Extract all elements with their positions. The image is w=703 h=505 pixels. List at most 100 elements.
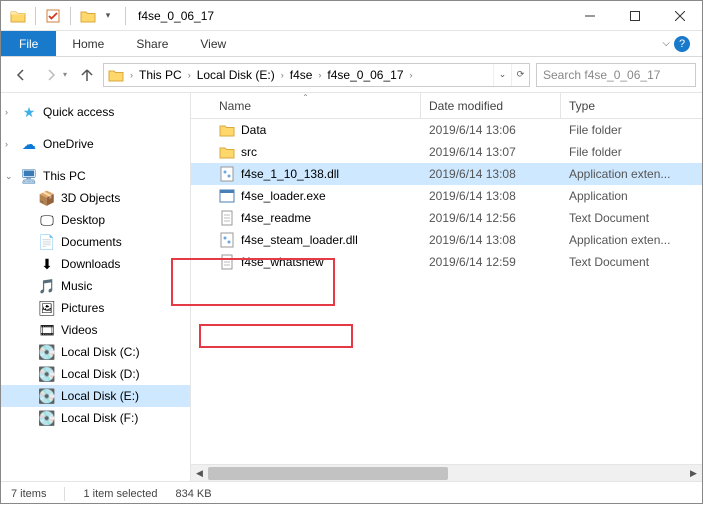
address-bar[interactable]: › This PC › Local Disk (E:) › f4se › f4s… — [103, 63, 530, 87]
column-type[interactable]: Type — [561, 93, 702, 118]
search-input[interactable]: Search f4se_0_06_17 — [536, 63, 696, 87]
qat-folder-icon[interactable] — [77, 5, 99, 27]
titlebar: ▾ f4se_0_06_17 — [1, 1, 702, 31]
file-row[interactable]: f4se_readme 2019/6/14 12:56Text Document — [191, 207, 702, 229]
nav-icon: 💽 — [39, 410, 55, 426]
status-size: 834 KB — [175, 488, 211, 500]
breadcrumb-item[interactable]: Local Disk (E:) — [193, 64, 279, 86]
chevron-down-icon[interactable]: ⌄ — [5, 171, 15, 182]
address-dropdown-icon[interactable]: ⌄ — [493, 64, 511, 86]
file-list[interactable]: Data2019/6/14 13:06File foldersrc2019/6/… — [191, 119, 702, 464]
file-date: 2019/6/14 13:08 — [421, 167, 561, 181]
nav-label: Local Disk (C:) — [61, 345, 140, 359]
window-title: f4se_0_06_17 — [138, 9, 214, 23]
horizontal-scrollbar[interactable]: ◀ ▶ — [191, 464, 702, 481]
tab-view[interactable]: View — [184, 31, 242, 56]
nav-onedrive[interactable]: ›☁OneDrive — [1, 133, 190, 155]
nav-icon: 🎵 — [39, 278, 55, 294]
file-name: f4se_readme — [241, 211, 311, 225]
nav-sub-item[interactable]: 📦 3D Objects — [1, 187, 190, 209]
file-icon — [219, 144, 235, 160]
nav-sub-item[interactable]: ⬇Downloads — [1, 253, 190, 275]
file-icon — [219, 166, 235, 182]
nav-sub-item[interactable]: 📄Documents — [1, 231, 190, 253]
nav-sub-item[interactable]: 🎞Videos — [1, 319, 190, 341]
nav-label: 3D Objects — [61, 191, 120, 205]
chevron-right-icon[interactable]: › — [408, 70, 415, 80]
chevron-right-icon[interactable]: › — [5, 139, 15, 149]
file-type: Application exten... — [561, 167, 702, 181]
close-button[interactable] — [657, 1, 702, 31]
back-button[interactable] — [7, 61, 35, 89]
nav-icon: 💽 — [39, 366, 55, 382]
forward-button[interactable] — [37, 61, 65, 89]
nav-label: Music — [61, 279, 92, 293]
file-name: f4se_steam_loader.dll — [241, 233, 358, 247]
column-date[interactable]: Date modified — [421, 93, 561, 118]
nav-sub-item[interactable]: 💽 Local Disk (C:) — [1, 341, 190, 363]
window-controls — [567, 1, 702, 31]
nav-label: Local Disk (D:) — [61, 367, 140, 381]
maximize-button[interactable] — [612, 1, 657, 31]
breadcrumb-item[interactable]: This PC — [135, 64, 186, 86]
column-name[interactable]: ⌃Name — [191, 93, 421, 118]
nav-sub-item[interactable]: 🖼Pictures — [1, 297, 190, 319]
breadcrumb-item[interactable]: f4se_0_06_17 — [323, 64, 407, 86]
file-row[interactable]: f4se_steam_loader.dll2019/6/14 13:08Appl… — [191, 229, 702, 251]
search-placeholder: Search f4se_0_06_17 — [543, 68, 660, 82]
file-type: File folder — [561, 123, 702, 137]
history-dropdown-icon[interactable]: ▾ — [63, 70, 67, 79]
file-type: Text Document — [561, 211, 702, 225]
main-area: ›★Quick access ›☁OneDrive ⌄🖥This PC 📦3D … — [1, 93, 702, 481]
chevron-right-icon[interactable]: › — [186, 70, 193, 80]
nav-label: Desktop — [61, 213, 105, 227]
file-date: 2019/6/14 12:59 — [421, 255, 561, 269]
file-name: src — [241, 145, 257, 159]
scroll-thumb[interactable] — [208, 467, 448, 480]
nav-label: Videos — [61, 323, 97, 337]
refresh-icon[interactable]: ⟳ — [511, 64, 529, 86]
minimize-button[interactable] — [567, 1, 612, 31]
nav-icon: 💽 — [39, 344, 55, 360]
scroll-right-icon[interactable]: ▶ — [685, 465, 702, 481]
chevron-right-icon[interactable]: › — [5, 107, 15, 117]
file-row[interactable]: f4se_1_10_138.dll2019/6/14 13:08Applicat… — [191, 163, 702, 185]
address-folder-icon — [104, 64, 128, 86]
file-name: f4se_whatsnew — [241, 255, 324, 269]
nav-quick-access[interactable]: ›★Quick access — [1, 101, 190, 123]
file-icon — [219, 122, 235, 138]
file-row[interactable]: f4se_whatsnew 2019/6/14 12:59Text Documen… — [191, 251, 702, 273]
tab-share[interactable]: Share — [120, 31, 184, 56]
help-icon[interactable]: ? — [674, 36, 690, 52]
file-icon — [219, 254, 235, 270]
qat-checkbox-icon[interactable] — [42, 5, 64, 27]
nav-this-pc[interactable]: ⌄🖥This PC — [1, 165, 190, 187]
nav-sub-item[interactable]: 🎵 Music — [1, 275, 190, 297]
chevron-right-icon[interactable]: › — [316, 70, 323, 80]
up-button[interactable] — [73, 61, 101, 89]
breadcrumb-item[interactable]: f4se — [286, 64, 317, 86]
pc-icon: 🖥 — [21, 168, 37, 184]
nav-sub-item[interactable]: 💽Local Disk (F:) — [1, 407, 190, 429]
nav-icon: 📄 — [39, 234, 55, 250]
chevron-right-icon[interactable]: › — [279, 70, 286, 80]
nav-label: Downloads — [61, 257, 120, 271]
nav-sub-item[interactable]: 💽 Local Disk (D:) — [1, 363, 190, 385]
qat-dropdown-icon[interactable]: ▾ — [101, 5, 115, 27]
nav-icon: 📦 — [39, 190, 55, 206]
chevron-right-icon[interactable]: › — [128, 70, 135, 80]
file-type: Text Document — [561, 255, 702, 269]
nav-sub-item[interactable]: 🖵Desktop — [1, 209, 190, 231]
nav-label: Local Disk (E:) — [61, 389, 139, 403]
sort-asc-icon: ⌃ — [302, 93, 309, 102]
scroll-left-icon[interactable]: ◀ — [191, 465, 208, 481]
file-row[interactable]: src2019/6/14 13:07File folder — [191, 141, 702, 163]
file-row[interactable]: f4se_loader.exe2019/6/14 13:08Applicatio… — [191, 185, 702, 207]
file-row[interactable]: Data2019/6/14 13:06File folder — [191, 119, 702, 141]
tab-file[interactable]: File — [1, 31, 56, 56]
file-date: 2019/6/14 12:56 — [421, 211, 561, 225]
column-headers: ⌃Name Date modified Type — [191, 93, 702, 119]
tab-home[interactable]: Home — [56, 31, 120, 56]
nav-sub-item[interactable]: 💽Local Disk (E:) — [1, 385, 190, 407]
ribbon-expand-icon[interactable]: ⌵ — [662, 38, 670, 49]
